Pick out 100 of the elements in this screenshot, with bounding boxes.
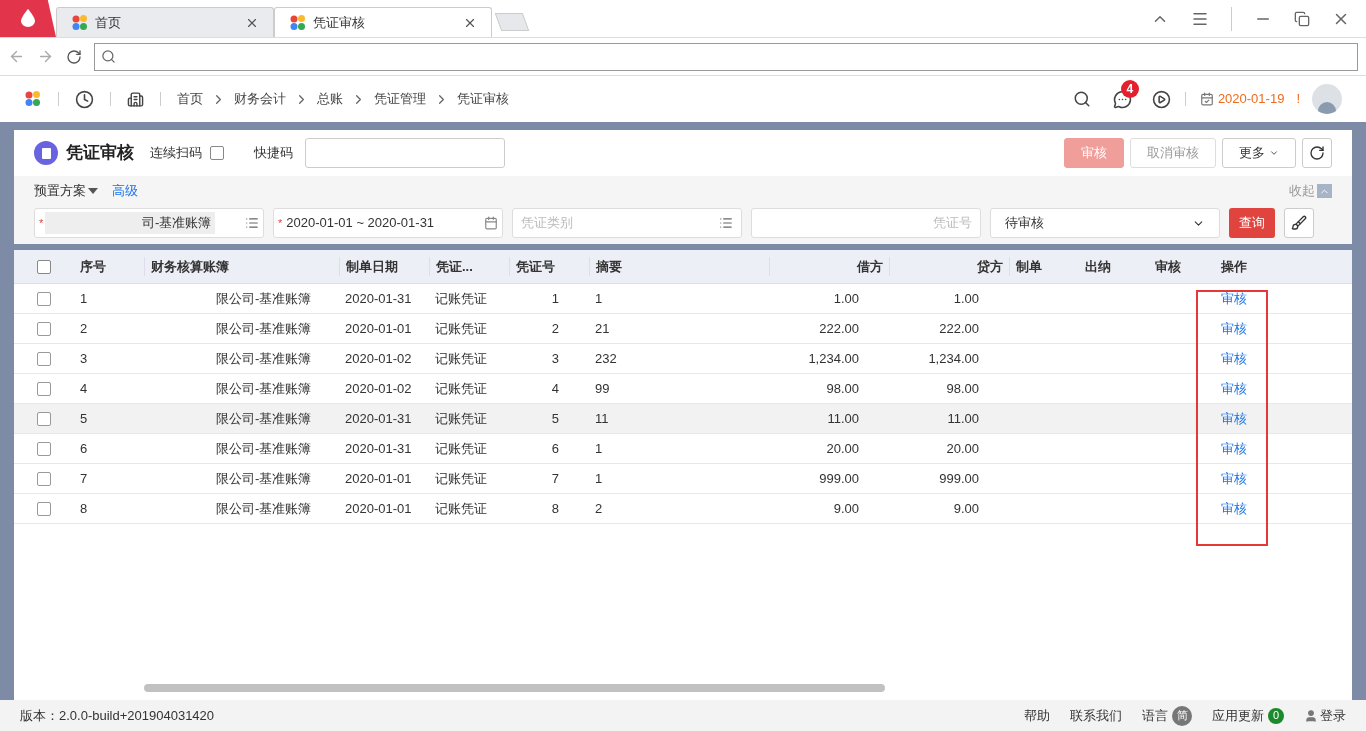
table-cell: 2020-01-31 [345,410,412,426]
table-cell: 记账凭证 [435,290,487,306]
app-logo-icon [24,90,42,108]
table-cell: 2020-01-02 [345,380,412,396]
column-header[interactable]: 凭证号 [509,256,589,277]
table-cell: 限公司-基准账簿 [216,320,312,336]
table-cell: 9.00 [833,500,859,516]
select-all-checkbox[interactable] [37,259,51,274]
row-checkbox[interactable] [37,351,51,366]
table-cell: 1 [551,290,559,306]
language-badge[interactable]: 简 [1172,705,1192,726]
table-cell: 4 [80,380,88,396]
advanced-link[interactable]: 高级 [112,181,138,201]
row-checkbox[interactable] [37,471,51,486]
table-cell: 2020-01-01 [345,500,412,516]
placeholder-text: 凭证号 [933,214,972,233]
account-book-field[interactable]: * 司-基准账簿 [34,208,264,238]
table-cell: 限公司-基准账簿 [216,500,312,516]
status-value: 待审核 [1005,214,1044,233]
row-checkbox[interactable] [37,381,51,396]
refresh-button[interactable] [1302,138,1332,168]
table-cell: 记账凭证 [435,470,487,486]
breadcrumb-link[interactable]: 总账 [317,89,343,109]
brush-icon [1291,215,1307,231]
forward-icon[interactable] [37,48,54,65]
audit-link[interactable]: 审核 [1221,350,1247,366]
restore-icon[interactable] [1294,10,1310,27]
caret-icon [88,188,98,194]
table-cell: 1.00 [953,290,979,306]
breadcrumb-link[interactable]: 凭证管理 [374,89,426,109]
row-checkbox[interactable] [37,441,51,456]
breadcrumb-link[interactable]: 凭证审核 [457,89,509,109]
row-checkbox[interactable] [37,501,51,516]
table-cell: 6 [551,440,559,456]
column-header[interactable]: 操作 [1204,256,1264,277]
scheme-dropdown[interactable]: 预置方案 [34,181,98,201]
column-header[interactable]: 摘要 [589,256,769,277]
table-row[interactable]: 5 限公司-基准账簿 2020-01-31 记账凭证 5 11 11.00 11.00 审核 [14,404,1352,434]
reload-icon[interactable] [66,48,82,65]
address-field[interactable] [94,42,1358,71]
language-label: 语言 [1142,706,1168,725]
column-header[interactable]: 凭证... [429,256,509,277]
table-cell: 记账凭证 [435,500,487,516]
audit-link[interactable]: 审核 [1221,410,1247,426]
toolbar-button[interactable]: 更多 [1222,138,1296,168]
column-header[interactable]: 制单日期 [339,256,429,277]
row-checkbox[interactable] [37,411,51,426]
audit-link[interactable]: 审核 [1221,500,1247,516]
history-icon[interactable] [75,89,94,109]
audit-link[interactable]: 审核 [1221,380,1247,396]
column-header[interactable]: 出纳 [1079,256,1149,277]
message-count-badge: 4 [1120,79,1139,98]
drop-icon [21,9,35,27]
audit-link[interactable]: 审核 [1221,470,1247,486]
breadcrumb-link[interactable]: 首页 [177,89,203,109]
scan-checkbox[interactable] [210,146,224,160]
footer-link[interactable]: 联系我们 [1070,705,1122,726]
search-button[interactable]: 查询 [1229,208,1275,238]
browser-tab[interactable]: 首页 [56,7,274,37]
footer-link[interactable]: 帮助 [1024,705,1050,726]
table-cell: 11 [595,410,609,426]
table-cell: 232 [595,350,617,366]
column-header[interactable]: 财务核算账簿 [144,256,339,277]
table-cell: 222.00 [939,320,979,336]
calendar-icon [1199,92,1214,106]
column-header[interactable]: 借方 [769,256,889,277]
table-cell: 2020-01-02 [345,350,412,366]
updates-label[interactable]: 应用更新 [1212,705,1264,726]
back-icon[interactable] [8,48,25,65]
table-cell: 1,234.00 [928,350,979,366]
audit-link[interactable]: 审核 [1221,290,1247,306]
search-icon[interactable] [1072,90,1091,108]
column-header[interactable]: 审核 [1149,256,1204,277]
required-mark: * [278,215,283,231]
column-header[interactable]: 贷方 [889,256,1009,277]
row-checkbox[interactable] [37,291,51,306]
browser-tab[interactable]: 凭证审核 [274,7,492,37]
table-cell: 限公司-基准账簿 [216,440,312,456]
clear-button[interactable] [1284,208,1314,238]
date-range-field[interactable]: * 2020-01-01 ~ 2020-01-31 [273,208,503,238]
browser-logo[interactable] [0,0,56,37]
avatar[interactable] [1312,84,1342,114]
row-checkbox[interactable] [37,321,51,336]
table-cell: 1 [595,290,603,306]
status-select[interactable]: 待审核 [990,208,1220,238]
audit-link[interactable]: 审核 [1221,320,1247,336]
login-link[interactable]: 登录 [1304,705,1346,726]
column-header[interactable]: 序号 [74,256,144,277]
play-icon[interactable] [1151,89,1171,109]
column-header[interactable]: 制单 [1009,256,1079,277]
horizontal-scrollbar[interactable] [144,684,885,692]
tab-title: 凭证审核 [313,13,366,32]
table-cell: 9.00 [953,500,979,516]
quick-code-field[interactable] [305,138,505,168]
table-cell: 记账凭证 [435,350,487,366]
page-title: 凭证审核 [66,142,134,165]
breadcrumb-link[interactable]: 财务会计 [234,89,286,109]
building-icon[interactable] [127,90,144,108]
table-cell: 8 [80,500,88,516]
audit-link[interactable]: 审核 [1221,440,1247,456]
